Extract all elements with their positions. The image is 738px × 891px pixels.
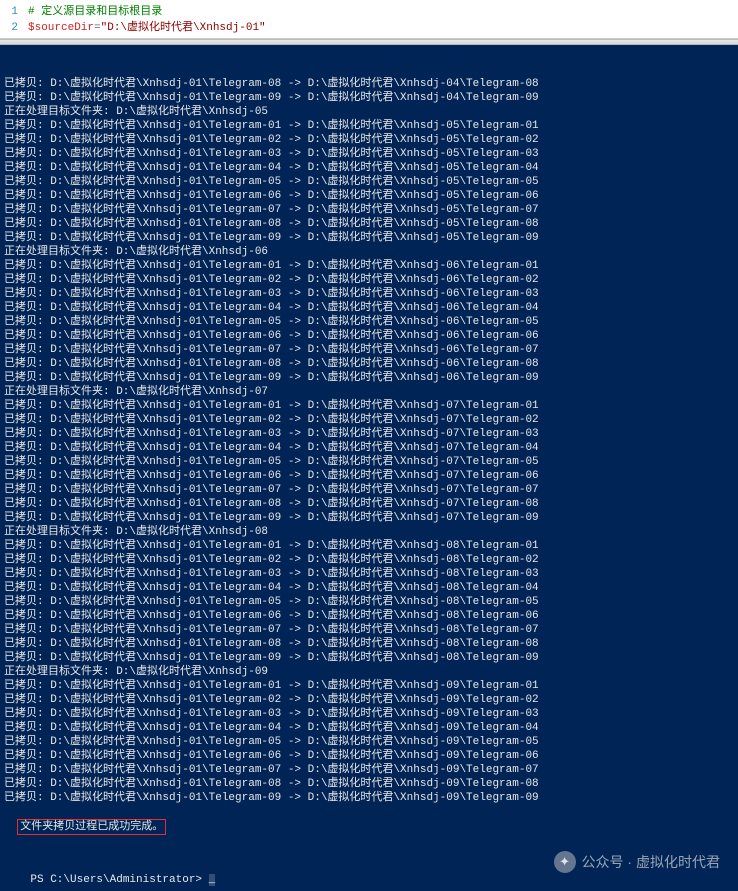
line-number: 1: [0, 6, 28, 18]
terminal-output-line: 已拷贝: D:\虚拟化时代君\Xnhsdj-01\Telegram-05 -> …: [4, 315, 734, 329]
terminal-output-line: 已拷贝: D:\虚拟化时代君\Xnhsdj-01\Telegram-07 -> …: [4, 203, 734, 217]
terminal-output-line: 已拷贝: D:\虚拟化时代君\Xnhsdj-01\Telegram-08 -> …: [4, 777, 734, 791]
terminal-output-line: 已拷贝: D:\虚拟化时代君\Xnhsdj-01\Telegram-03 -> …: [4, 427, 734, 441]
terminal-output-line: 已拷贝: D:\虚拟化时代君\Xnhsdj-01\Telegram-08 -> …: [4, 497, 734, 511]
terminal-output-line: 已拷贝: D:\虚拟化时代君\Xnhsdj-01\Telegram-04 -> …: [4, 301, 734, 315]
code-string: "D:\虚拟化时代君\Xnhsdj-01": [101, 18, 266, 34]
terminal-output-line: 已拷贝: D:\虚拟化时代君\Xnhsdj-01\Telegram-01 -> …: [4, 259, 734, 273]
terminal-output-line: 已拷贝: D:\虚拟化时代君\Xnhsdj-01\Telegram-01 -> …: [4, 399, 734, 413]
terminal-output-line: 已拷贝: D:\虚拟化时代君\Xnhsdj-01\Telegram-06 -> …: [4, 749, 734, 763]
terminal-output-line: 已拷贝: D:\虚拟化时代君\Xnhsdj-01\Telegram-07 -> …: [4, 343, 734, 357]
terminal-output-line: 已拷贝: D:\虚拟化时代君\Xnhsdj-01\Telegram-08 -> …: [4, 637, 734, 651]
terminal-output-line: 已拷贝: D:\虚拟化时代君\Xnhsdj-01\Telegram-09 -> …: [4, 231, 734, 245]
code-comment: # 定义源目录和目标根目录: [28, 2, 162, 18]
terminal-output-line: 已拷贝: D:\虚拟化时代君\Xnhsdj-01\Telegram-07 -> …: [4, 623, 734, 637]
terminal-output-line: 已拷贝: D:\虚拟化时代君\Xnhsdj-01\Telegram-02 -> …: [4, 693, 734, 707]
terminal-section-header: 正在处理目标文件夹: D:\虚拟化时代君\Xnhsdj-08: [4, 525, 734, 539]
watermark: ✦ 公众号 · 虚拟化时代君: [554, 851, 720, 873]
terminal-output-line: 已拷贝: D:\虚拟化时代君\Xnhsdj-01\Telegram-03 -> …: [4, 147, 734, 161]
editor-line-1[interactable]: 1 # 定义源目录和目标根目录: [0, 2, 738, 18]
terminal-output-line: 已拷贝: D:\虚拟化时代君\Xnhsdj-01\Telegram-08 -> …: [4, 217, 734, 231]
completion-message-highlight: 文件夹拷贝过程已成功完成。: [17, 819, 166, 835]
terminal-output-line: 已拷贝: D:\虚拟化时代君\Xnhsdj-01\Telegram-09 -> …: [4, 511, 734, 525]
terminal-output-line: 已拷贝: D:\虚拟化时代君\Xnhsdj-01\Telegram-05 -> …: [4, 595, 734, 609]
line-number: 2: [0, 22, 28, 34]
terminal-output-line: 已拷贝: D:\虚拟化时代君\Xnhsdj-01\Telegram-08 -> …: [4, 357, 734, 371]
code-variable: $sourceDir: [28, 22, 94, 34]
terminal-output-line: 已拷贝: D:\虚拟化时代君\Xnhsdj-01\Telegram-04 -> …: [4, 161, 734, 175]
terminal-output-line: 已拷贝: D:\虚拟化时代君\Xnhsdj-01\Telegram-04 -> …: [4, 721, 734, 735]
editor-line-2[interactable]: 2 $sourceDir = "D:\虚拟化时代君\Xnhsdj-01": [0, 18, 738, 34]
terminal-section-header: 正在处理目标文件夹: D:\虚拟化时代君\Xnhsdj-09: [4, 665, 734, 679]
terminal-output-lines: 已拷贝: D:\虚拟化时代君\Xnhsdj-01\Telegram-08 -> …: [4, 77, 734, 805]
terminal-output-line: 已拷贝: D:\虚拟化时代君\Xnhsdj-01\Telegram-01 -> …: [4, 119, 734, 133]
terminal-output-line: 已拷贝: D:\虚拟化时代君\Xnhsdj-01\Telegram-09 -> …: [4, 371, 734, 385]
terminal-output-line: 已拷贝: D:\虚拟化时代君\Xnhsdj-01\Telegram-03 -> …: [4, 567, 734, 581]
code-editor-pane[interactable]: 1 # 定义源目录和目标根目录 2 $sourceDir = "D:\虚拟化时代…: [0, 0, 738, 39]
terminal-output-line: 已拷贝: D:\虚拟化时代君\Xnhsdj-01\Telegram-05 -> …: [4, 455, 734, 469]
terminal-output-line: 已拷贝: D:\虚拟化时代君\Xnhsdj-01\Telegram-06 -> …: [4, 329, 734, 343]
terminal-section-header: 正在处理目标文件夹: D:\虚拟化时代君\Xnhsdj-05: [4, 105, 734, 119]
terminal-output-line: 已拷贝: D:\虚拟化时代君\Xnhsdj-01\Telegram-05 -> …: [4, 735, 734, 749]
terminal-output-pane[interactable]: 已拷贝: D:\虚拟化时代君\Xnhsdj-01\Telegram-08 -> …: [0, 45, 738, 891]
terminal-output-line: 已拷贝: D:\虚拟化时代君\Xnhsdj-01\Telegram-06 -> …: [4, 189, 734, 203]
code-operator: =: [94, 22, 101, 34]
terminal-output-line: 已拷贝: D:\虚拟化时代君\Xnhsdj-01\Telegram-03 -> …: [4, 707, 734, 721]
terminal-output-line: 已拷贝: D:\虚拟化时代君\Xnhsdj-01\Telegram-09 -> …: [4, 91, 734, 105]
terminal-output-line: 已拷贝: D:\虚拟化时代君\Xnhsdj-01\Telegram-01 -> …: [4, 539, 734, 553]
terminal-output-line: 已拷贝: D:\虚拟化时代君\Xnhsdj-01\Telegram-02 -> …: [4, 133, 734, 147]
terminal-output-line: 已拷贝: D:\虚拟化时代君\Xnhsdj-01\Telegram-06 -> …: [4, 469, 734, 483]
terminal-output-line: 已拷贝: D:\虚拟化时代君\Xnhsdj-01\Telegram-04 -> …: [4, 441, 734, 455]
terminal-output-line: 已拷贝: D:\虚拟化时代君\Xnhsdj-01\Telegram-06 -> …: [4, 609, 734, 623]
terminal-section-header: 正在处理目标文件夹: D:\虚拟化时代君\Xnhsdj-06: [4, 245, 734, 259]
wechat-icon: ✦: [554, 851, 576, 873]
terminal-cursor[interactable]: _: [209, 874, 216, 886]
terminal-output-line: 已拷贝: D:\虚拟化时代君\Xnhsdj-01\Telegram-01 -> …: [4, 679, 734, 693]
terminal-output-line: 已拷贝: D:\虚拟化时代君\Xnhsdj-01\Telegram-09 -> …: [4, 651, 734, 665]
terminal-section-header: 正在处理目标文件夹: D:\虚拟化时代君\Xnhsdj-07: [4, 385, 734, 399]
terminal-output-line: 已拷贝: D:\虚拟化时代君\Xnhsdj-01\Telegram-04 -> …: [4, 581, 734, 595]
terminal-output-line: 已拷贝: D:\虚拟化时代君\Xnhsdj-01\Telegram-03 -> …: [4, 287, 734, 301]
terminal-output-line: 已拷贝: D:\虚拟化时代君\Xnhsdj-01\Telegram-05 -> …: [4, 175, 734, 189]
watermark-text: 公众号 · 虚拟化时代君: [582, 855, 720, 869]
terminal-output-line: 已拷贝: D:\虚拟化时代君\Xnhsdj-01\Telegram-08 -> …: [4, 77, 734, 91]
terminal-output-line: 已拷贝: D:\虚拟化时代君\Xnhsdj-01\Telegram-07 -> …: [4, 483, 734, 497]
terminal-output-line: 已拷贝: D:\虚拟化时代君\Xnhsdj-01\Telegram-02 -> …: [4, 553, 734, 567]
powershell-prompt: PS C:\Users\Administrator>: [30, 874, 208, 886]
terminal-output-line: 已拷贝: D:\虚拟化时代君\Xnhsdj-01\Telegram-02 -> …: [4, 413, 734, 427]
terminal-output-line: 已拷贝: D:\虚拟化时代君\Xnhsdj-01\Telegram-02 -> …: [4, 273, 734, 287]
terminal-output-line: 已拷贝: D:\虚拟化时代君\Xnhsdj-01\Telegram-07 -> …: [4, 763, 734, 777]
terminal-output-line: 已拷贝: D:\虚拟化时代君\Xnhsdj-01\Telegram-09 -> …: [4, 791, 734, 805]
